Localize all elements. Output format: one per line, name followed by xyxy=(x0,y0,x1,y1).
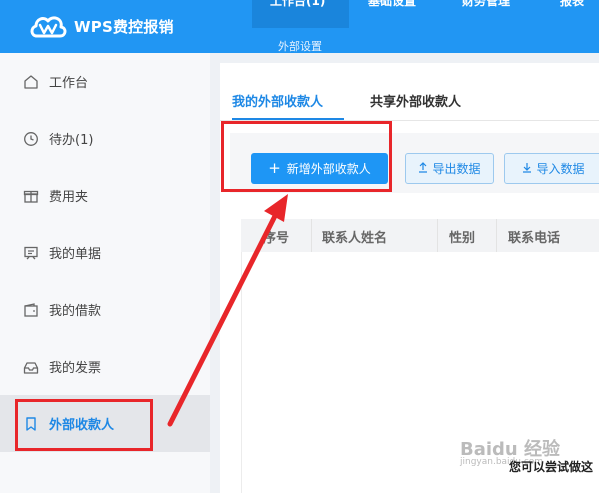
content-panel: 我的外部收款人 共享外部收款人 + 新增外部收款人 导出数据 导入数据 序号 联… xyxy=(220,63,599,493)
sidebar-item-todo[interactable]: 待办(1) xyxy=(0,110,210,167)
tab-shared-external-payees[interactable]: 共享外部收款人 xyxy=(370,91,461,110)
home-icon xyxy=(22,73,40,91)
wallet-icon xyxy=(22,301,40,319)
clock-icon xyxy=(22,130,40,148)
column-header-gender[interactable]: 性别 xyxy=(449,227,475,246)
upload-icon xyxy=(418,161,428,176)
sidebar-item-external-payees[interactable]: 外部收款人 xyxy=(0,395,210,452)
column-header-phone[interactable]: 联系电话 xyxy=(508,227,560,246)
plus-icon: + xyxy=(268,159,281,177)
column-header-index[interactable]: 序号 xyxy=(263,227,289,246)
nav-report[interactable]: 报表 xyxy=(560,0,584,9)
download-icon xyxy=(522,162,532,176)
nav-basic-settings[interactable]: 基础设置 xyxy=(368,0,416,9)
sidebar-item-my-loans[interactable]: 我的借款 xyxy=(0,281,210,338)
nav-finance[interactable]: 财务管理 xyxy=(462,0,510,9)
tab-divider xyxy=(220,120,599,121)
tab-my-external-payees[interactable]: 我的外部收款人 xyxy=(232,91,323,110)
nav-sub-label[interactable]: 外部设置 xyxy=(278,38,322,54)
app-logo[interactable]: WPS费控报销 xyxy=(28,10,174,42)
sidebar-item-label: 工作台 xyxy=(49,76,89,91)
sidebar: 工作台 待办(1) 费用夹 我的单据 我的借款 我的发票 外部收款人 xyxy=(0,53,210,493)
sidebar-item-label: 我的单据 xyxy=(49,247,102,262)
sidebar-item-label: 费用夹 xyxy=(49,190,89,205)
sidebar-item-label: 外部收款人 xyxy=(49,418,115,433)
top-bar: WPS费控报销 工作台(1) 基础设置 财务管理 报表 外部设置 xyxy=(0,0,599,53)
column-separator xyxy=(437,219,438,252)
nav-workbench[interactable]: 工作台(1) xyxy=(270,0,325,9)
sidebar-item-label: 待办(1) xyxy=(49,133,94,148)
sidebar-item-label: 我的借款 xyxy=(49,304,102,319)
table-body xyxy=(241,252,599,493)
column-header-contact-name[interactable]: 联系人姓名 xyxy=(322,227,387,246)
cloud-logo-icon xyxy=(28,10,68,42)
main-content: 我的外部收款人 共享外部收款人 + 新增外部收款人 导出数据 导入数据 序号 联… xyxy=(210,53,599,493)
table-header: 序号 联系人姓名 性别 联系电话 xyxy=(241,219,599,252)
add-external-payee-button[interactable]: + 新增外部收款人 xyxy=(251,153,388,184)
column-separator xyxy=(311,219,312,252)
sidebar-item-my-invoices[interactable]: 我的发票 xyxy=(0,338,210,395)
sidebar-item-my-documents[interactable]: 我的单据 xyxy=(0,224,210,281)
app-title: WPS费控报销 xyxy=(74,17,174,36)
export-data-button[interactable]: 导出数据 xyxy=(405,153,494,184)
import-data-button[interactable]: 导入数据 xyxy=(504,153,599,184)
invoice-tray-icon xyxy=(22,358,40,376)
bookmark-icon xyxy=(22,415,40,433)
sidebar-item-workbench[interactable]: 工作台 xyxy=(0,53,210,110)
receipt-icon xyxy=(22,244,40,262)
sidebar-item-label: 我的发票 xyxy=(49,361,102,376)
gift-box-icon xyxy=(22,187,40,205)
sidebar-item-expense-folder[interactable]: 费用夹 xyxy=(0,167,210,224)
active-tab-indicator xyxy=(232,118,344,120)
column-separator xyxy=(496,219,497,252)
